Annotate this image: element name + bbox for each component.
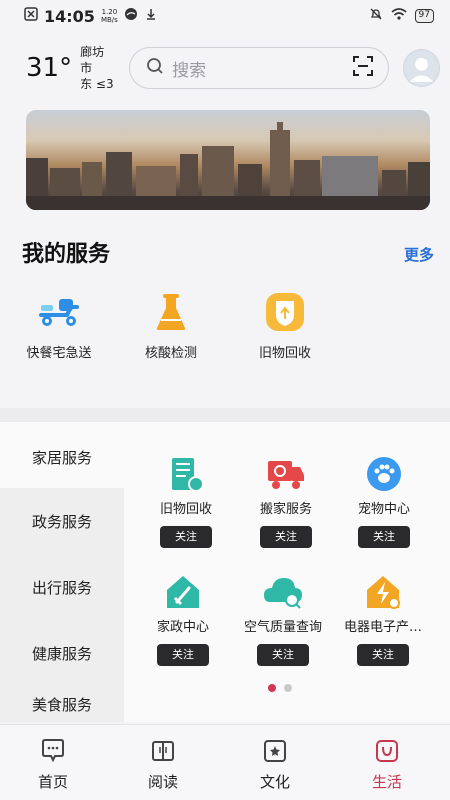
service-item-recycle[interactable]: 旧物回收 [230, 290, 340, 361]
follow-button[interactable]: 关注 [157, 644, 209, 666]
book-icon [149, 737, 177, 765]
category-health-services[interactable]: 健康服务 [0, 620, 124, 686]
header: 31° 廊坊市 东 ≤3 搜索 [0, 40, 450, 96]
section-divider [0, 408, 450, 422]
cloud-search-icon [261, 570, 305, 614]
follow-button[interactable]: 关注 [257, 644, 309, 666]
category-home-services[interactable]: 家居服务 [0, 426, 124, 488]
grid-item-recycle[interactable]: 旧物回收 关注 [136, 452, 236, 548]
search-icon [146, 57, 164, 79]
grid-item-label: 空气质量查询 [243, 620, 322, 635]
download-icon [144, 7, 158, 25]
battery-indicator: 97 [414, 9, 434, 23]
moving-truck-icon [264, 452, 308, 496]
my-services-title: 我的服务 [22, 242, 111, 267]
tab-home[interactable]: 首页 [18, 737, 88, 792]
wind-info: 东 ≤3 [80, 77, 114, 91]
follow-button[interactable]: 关注 [160, 526, 212, 548]
flask-icon [149, 290, 193, 334]
tab-label: 生活 [371, 773, 402, 791]
status-bar: 14:05 1.20 MB/s 97 [0, 0, 450, 32]
service-label: 核酸检测 [144, 346, 197, 361]
follow-button[interactable]: 关注 [260, 526, 312, 548]
notification-icon [24, 7, 38, 25]
tab-life[interactable]: 生活 [352, 737, 422, 792]
home-icon [39, 737, 67, 765]
service-label: 快餐宅急送 [26, 346, 92, 361]
culture-icon [261, 737, 289, 765]
service-label: 旧物回收 [258, 346, 311, 361]
tab-label: 文化 [259, 773, 290, 791]
service-item-delivery[interactable]: 快餐宅急送 [4, 290, 114, 361]
app-status-icon [124, 7, 138, 25]
electric-house-icon [361, 570, 405, 614]
grid-item-label: 宠物中心 [357, 502, 410, 517]
category-sidebar: 家居服务 政务服务 出行服务 健康服务 美食服务 [0, 422, 124, 722]
search-input[interactable]: 搜索 [129, 47, 389, 89]
net-speed-value: 1.20 [101, 8, 118, 16]
category-food-services[interactable]: 美食服务 [0, 686, 124, 722]
grid-item-label: 搬家服务 [259, 502, 312, 517]
grid-item-moving[interactable]: 搬家服务 关注 [236, 452, 336, 548]
city-skyline-image [26, 122, 430, 210]
grid-item-pet-center[interactable]: 宠物中心 关注 [334, 452, 434, 548]
grid-item-electronics[interactable]: 电器电子产… 关注 [333, 570, 433, 666]
recycle-badge-icon [263, 290, 307, 334]
city-banner-image[interactable] [26, 110, 430, 210]
city-name: 廊坊市 [80, 45, 105, 75]
avatar[interactable] [402, 49, 440, 87]
scan-icon[interactable] [352, 55, 374, 81]
tab-reading[interactable]: 阅读 [128, 737, 198, 792]
category-travel-services[interactable]: 出行服务 [0, 554, 124, 620]
weather-info[interactable]: 廊坊市 东 ≤3 [80, 44, 115, 92]
net-speed-unit: MB/s [100, 16, 118, 24]
wifi-icon [391, 7, 407, 25]
page-indicator [268, 684, 292, 692]
follow-button[interactable]: 关注 [357, 644, 409, 666]
page-dot-active[interactable] [268, 684, 276, 692]
more-link[interactable]: 更多 [404, 244, 434, 265]
recycle-building-icon [164, 452, 208, 496]
clock: 14:05 [44, 6, 95, 26]
paw-icon [362, 452, 406, 496]
service-directory: 家居服务 政务服务 出行服务 健康服务 美食服务 旧物回收 关注 搬家服务 关注… [0, 422, 450, 722]
tab-label: 首页 [37, 773, 68, 791]
follow-button[interactable]: 关注 [358, 526, 410, 548]
grid-item-air-quality[interactable]: 空气质量查询 关注 [233, 570, 333, 666]
user-avatar-icon [409, 57, 434, 82]
grid-item-label: 旧物回收 [159, 502, 212, 517]
grid-item-label: 电器电子产… [343, 620, 422, 635]
category-government-services[interactable]: 政务服务 [0, 488, 124, 554]
grid-item-label: 家政中心 [156, 620, 209, 635]
tab-culture[interactable]: 文化 [240, 737, 310, 792]
page-dot[interactable] [284, 684, 292, 692]
scooter-icon [37, 290, 81, 334]
bottom-tab-bar: 首页 阅读 文化 生活 [0, 724, 450, 800]
service-item-nucleic-test[interactable]: 核酸检测 [116, 290, 226, 361]
search-placeholder: 搜索 [172, 60, 207, 81]
mute-bell-icon [369, 7, 383, 25]
grid-item-housekeeping[interactable]: 家政中心 关注 [133, 570, 233, 666]
temperature: 31° [26, 53, 73, 83]
housekeeping-icon [161, 570, 205, 614]
tab-label: 阅读 [147, 773, 178, 791]
net-speed: 1.20 MB/s [101, 8, 118, 24]
life-icon [373, 737, 401, 765]
my-services-list: 快餐宅急送 核酸检测 旧物回收 [0, 290, 450, 380]
